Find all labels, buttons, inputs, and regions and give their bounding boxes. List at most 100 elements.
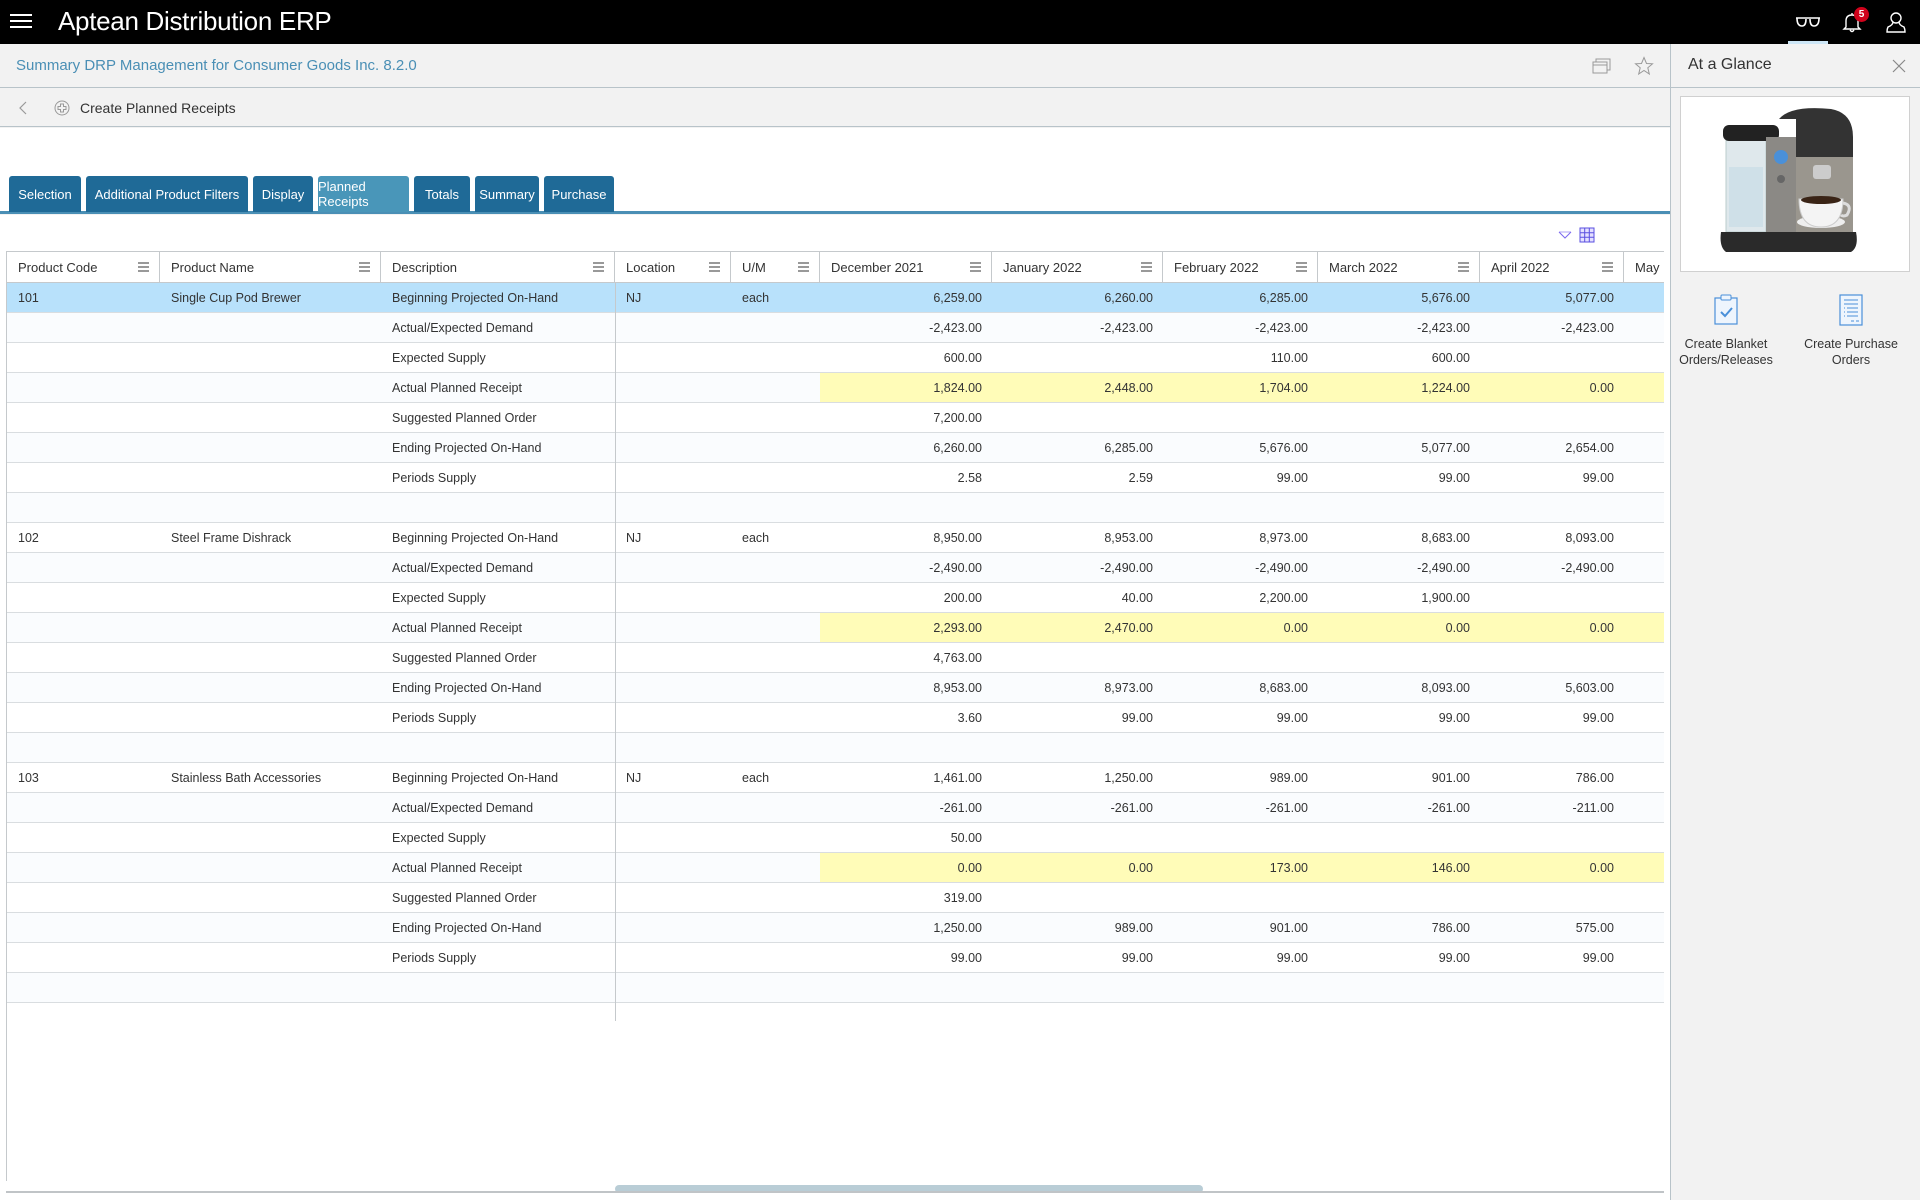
value-cell-january-2022: -2,490.00	[1100, 560, 1153, 575]
table-row[interactable]: Periods Supply 3.60 99.00 99.00 99.00 99.00	[7, 703, 1664, 733]
column-menu-icon[interactable]	[1458, 262, 1469, 272]
value-cell-march-2022[interactable]: 146.00	[1318, 853, 1480, 882]
tab-totals[interactable]: Totals	[414, 176, 470, 212]
value-cell-january-2022: 40.00	[1121, 590, 1153, 605]
create-blanket-orders-button[interactable]: Create Blanket Orders/Releases	[1671, 294, 1781, 368]
value-cell-december-2021[interactable]: 1,824.00	[820, 373, 992, 402]
table-row[interactable]: Actual Planned Receipt 1,824.00 2,448.00 1,…	[7, 373, 1664, 403]
column-header-may-2022[interactable]: May	[1624, 252, 1664, 283]
table-row[interactable]: Suggested Planned Order 4,763.00	[7, 643, 1664, 673]
column-header-january-2022[interactable]: January 2022	[992, 252, 1163, 283]
column-menu-icon[interactable]	[798, 262, 809, 272]
table-row[interactable]: Ending Projected On-Hand 6,260.00 6,285.00…	[7, 433, 1664, 463]
table-row[interactable]: Expected Supply 50.00	[7, 823, 1664, 853]
column-menu-icon[interactable]	[1141, 262, 1152, 272]
description-cell: Expected Supply	[392, 830, 486, 845]
um-cell: each	[742, 530, 770, 545]
create-purchase-orders-button[interactable]: Create Purchase Orders	[1796, 294, 1906, 368]
column-header-march-2022[interactable]: March 2022	[1318, 252, 1480, 283]
table-row[interactable]: 102 Steel Frame Dishrack NJ each Beginning P…	[7, 523, 1664, 553]
grid-layout-icon[interactable]	[1578, 226, 1596, 244]
column-menu-icon[interactable]	[1296, 262, 1307, 272]
column-header-april-2022[interactable]: April 2022	[1480, 252, 1624, 283]
clipboard-check-icon	[1712, 294, 1740, 326]
value-cell-december-2021[interactable]: 0.00	[820, 853, 992, 882]
table-row[interactable]: Expected Supply 200.00 40.00 2,200.00 1,900.…	[7, 583, 1664, 613]
back-chevron-icon[interactable]	[14, 98, 34, 118]
description-cell: Actual Planned Receipt	[392, 860, 522, 875]
table-row[interactable]: 103 Stainless Bath Accessories NJ each Begin…	[7, 763, 1664, 793]
value-cell-april-2022[interactable]: 0.00	[1480, 373, 1624, 402]
table-row[interactable]: 101 Single Cup Pod Brewer NJ each Beginning …	[7, 283, 1664, 313]
table-row[interactable]: Actual Planned Receipt 2,293.00 2,470.00 0.…	[7, 613, 1664, 643]
value-cell-may-2022[interactable]	[1624, 373, 1664, 402]
value-cell-march-2022[interactable]: 0.00	[1318, 613, 1480, 642]
product-name-cell: Steel Frame Dishrack	[171, 530, 292, 545]
column-menu-icon[interactable]	[970, 262, 981, 272]
table-row[interactable]: Actual Planned Receipt 0.00 0.00 173.00 146.…	[7, 853, 1664, 883]
glasses-icon[interactable]	[1786, 0, 1830, 44]
product-code-cell: 103	[18, 770, 39, 785]
column-header-um[interactable]: U/M	[731, 252, 820, 283]
column-header-label: April 2022	[1491, 260, 1550, 275]
grid-bottom-border	[6, 1191, 1664, 1193]
tab-purchase[interactable]: Purchase	[544, 176, 614, 212]
tab-planned-receipts[interactable]: Planned Receipts	[318, 176, 409, 212]
value-cell-march-2022	[1318, 643, 1480, 672]
table-row[interactable]: Ending Projected On-Hand 1,250.00 989.00 90…	[7, 913, 1664, 943]
column-header-december-2021[interactable]: December 2021	[820, 252, 992, 283]
value-cell-march-2022: 5,077.00	[1421, 440, 1470, 455]
value-cell-january-2022[interactable]: 2,448.00	[992, 373, 1163, 402]
table-row[interactable]: Expected Supply 600.00 110.00 600.00	[7, 343, 1664, 373]
column-menu-icon[interactable]	[1602, 262, 1613, 272]
create-blanket-orders-label: Create Blanket Orders/Releases	[1679, 337, 1773, 367]
user-icon[interactable]	[1874, 0, 1918, 44]
value-cell-april-2022[interactable]: 0.00	[1480, 613, 1624, 642]
column-header-description[interactable]: Description	[381, 252, 615, 283]
tab-summary[interactable]: Summary	[475, 176, 539, 212]
page-title[interactable]: Summary DRP Management for Consumer Good…	[16, 57, 417, 74]
value-cell-april-2022	[1480, 583, 1624, 612]
table-row[interactable]: Actual/Expected Demand -2,490.00 -2,490.00…	[7, 553, 1664, 583]
tab-additional-product-filters[interactable]: Additional Product Filters	[86, 176, 248, 212]
value-cell-january-2022[interactable]: 0.00	[992, 853, 1163, 882]
product-image	[1680, 96, 1910, 272]
column-header-february-2022[interactable]: February 2022	[1163, 252, 1318, 283]
tab-display[interactable]: Display	[253, 176, 313, 212]
table-row[interactable]: Periods Supply 99.00 99.00 99.00 99.00 99.00	[7, 943, 1664, 973]
value-cell-february-2022[interactable]: 1,704.00	[1163, 373, 1318, 402]
value-cell-february-2022[interactable]: 0.00	[1163, 613, 1318, 642]
notifications-button[interactable]: 5	[1830, 0, 1874, 44]
table-row[interactable]: Suggested Planned Order 319.00	[7, 883, 1664, 913]
value-cell-april-2022: 5,603.00	[1565, 680, 1614, 695]
column-menu-icon[interactable]	[593, 262, 604, 272]
table-row[interactable]: Actual/Expected Demand -261.00 -261.00 -261…	[7, 793, 1664, 823]
close-icon[interactable]	[1889, 56, 1909, 76]
value-cell-may-2022[interactable]	[1624, 853, 1664, 882]
filter-dropdown-icon[interactable]	[1556, 226, 1574, 244]
value-cell-december-2021[interactable]: 2,293.00	[820, 613, 992, 642]
value-cell-april-2022[interactable]: 0.00	[1480, 853, 1624, 882]
favorite-star-icon[interactable]	[1632, 54, 1656, 78]
column-header-location[interactable]: Location	[615, 252, 731, 283]
value-cell-february-2022[interactable]: 173.00	[1163, 853, 1318, 882]
column-menu-icon[interactable]	[138, 262, 149, 272]
column-header-product-code[interactable]: Product Code	[7, 252, 160, 283]
column-menu-icon[interactable]	[709, 262, 720, 272]
tab-selection[interactable]: Selection	[9, 176, 81, 212]
menu-icon[interactable]	[10, 10, 32, 34]
column-menu-icon[interactable]	[359, 262, 370, 272]
value-cell-may-2022[interactable]	[1624, 613, 1664, 642]
table-row[interactable]: Actual/Expected Demand -2,423.00 -2,423.00…	[7, 313, 1664, 343]
description-cell: Ending Projected On-Hand	[392, 440, 542, 455]
value-cell-february-2022: 110.00	[1270, 350, 1308, 365]
column-header-product-name[interactable]: Product Name	[160, 252, 381, 283]
column-header-label: Location	[626, 260, 676, 275]
new-window-icon[interactable]	[1590, 54, 1614, 78]
value-cell-march-2022[interactable]: 1,224.00	[1318, 373, 1480, 402]
app-title: Aptean Distribution ERP	[58, 6, 332, 36]
table-row[interactable]: Periods Supply 2.58 2.59 99.00 99.00 99.00	[7, 463, 1664, 493]
table-row[interactable]: Ending Projected On-Hand 8,953.00 8,973.00…	[7, 673, 1664, 703]
table-row[interactable]: Suggested Planned Order 7,200.00	[7, 403, 1664, 433]
value-cell-january-2022[interactable]: 2,470.00	[992, 613, 1163, 642]
